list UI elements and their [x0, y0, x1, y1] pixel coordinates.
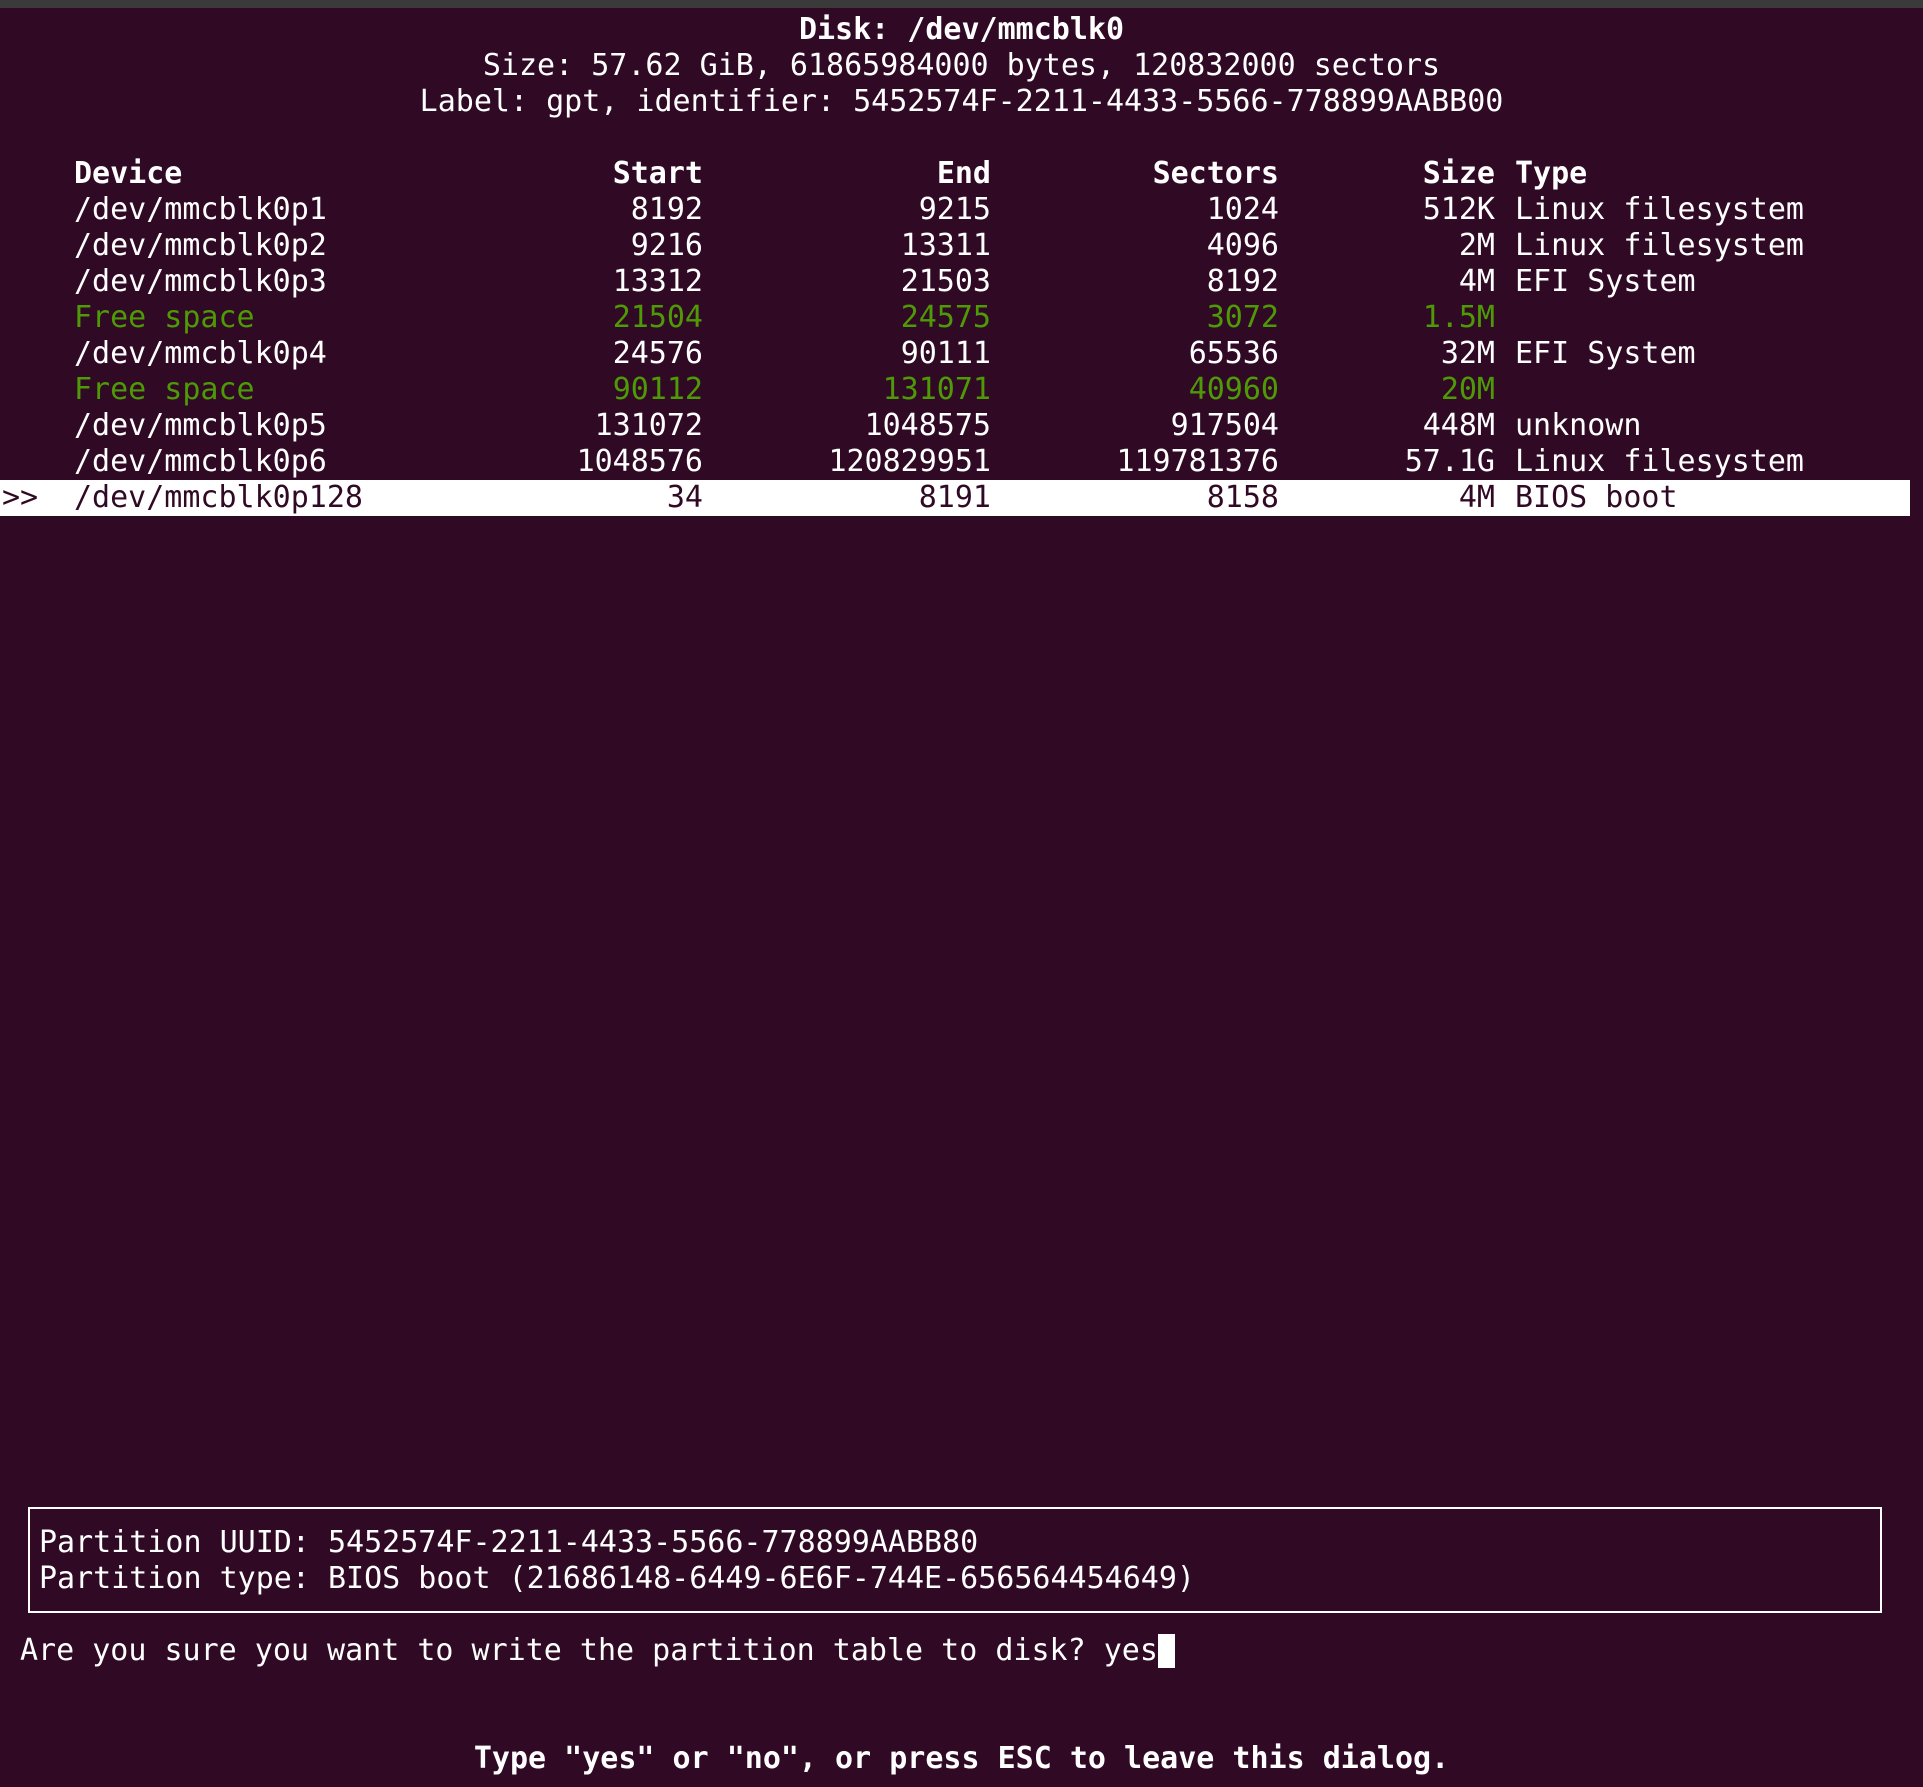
column-header-type: Type	[1515, 156, 1588, 191]
cell-end: 24575	[900, 300, 991, 335]
cell-size: 448M	[1422, 408, 1495, 443]
cell-size: 4M	[1458, 264, 1495, 299]
cell-type: EFI System	[1515, 264, 1696, 299]
cell-type: Linux filesystem	[1515, 444, 1804, 479]
column-header-sectors: Sectors	[1152, 156, 1279, 191]
cell-start: 1048576	[576, 444, 703, 479]
cell-sectors: 8192	[1206, 264, 1279, 299]
prompt-input[interactable]: yes	[1104, 1633, 1158, 1668]
cell-size: 20M	[1440, 372, 1495, 407]
cell-sectors: 1024	[1206, 192, 1279, 227]
cell-start: 13312	[612, 264, 703, 299]
cell-sectors: 40960	[1188, 372, 1279, 407]
partition-row[interactable]: /dev/mmcblk0p4 24576 90111 65536 32M EFI Syst…	[0, 336, 1910, 372]
cell-start: 34	[666, 480, 703, 515]
cell-type: Linux filesystem	[1515, 228, 1804, 263]
cell-end: 90111	[900, 336, 991, 371]
cell-device: Free space	[74, 372, 255, 407]
partition-row[interactable]: /dev/mmcblk0p2 9216 13311 4096 2M Linux files…	[0, 228, 1910, 264]
cell-device: /dev/mmcblk0p5	[74, 408, 327, 443]
partition-row[interactable]: >> /dev/mmcblk0p128 34 8191 8158 4M BIOS boot	[0, 480, 1910, 516]
write-confirm-prompt[interactable]: Are you sure you want to write the parti…	[20, 1633, 1175, 1669]
cell-type: unknown	[1515, 408, 1642, 443]
cell-end: 131071	[882, 372, 991, 407]
partition-row[interactable]: /dev/mmcblk0p1 8192 9215 1024 512K Linux file…	[0, 192, 1910, 228]
cell-device: Free space	[74, 300, 255, 335]
column-header-device: Device	[74, 156, 183, 191]
cell-device: /dev/mmcblk0p128	[74, 480, 363, 515]
column-header-size: Size	[1422, 156, 1495, 191]
cell-sectors: 4096	[1206, 228, 1279, 263]
cell-type: EFI System	[1515, 336, 1696, 371]
terminal-top-border	[0, 0, 1923, 8]
cell-end: 9215	[918, 192, 991, 227]
cell-size: 2M	[1458, 228, 1495, 263]
cell-start: 90112	[612, 372, 703, 407]
cell-size: 512K	[1422, 192, 1495, 227]
partition-row[interactable]: /dev/mmcblk0p6 1048576 120829951 119781376 5…	[0, 444, 1910, 480]
partition-uuid: Partition UUID: 5452574F-2211-4433-5566-…	[39, 1525, 979, 1560]
cell-device: /dev/mmcblk0p4	[74, 336, 327, 371]
cell-type: BIOS boot	[1515, 480, 1678, 515]
cell-start: 9216	[630, 228, 703, 263]
partition-row[interactable]: /dev/mmcblk0p5 131072 1048575 917504 448M unk…	[0, 408, 1910, 444]
partition-row[interactable]: /dev/mmcblk0p3 13312 21503 8192 4M EFI System	[0, 264, 1910, 300]
cell-sectors: 8158	[1206, 480, 1279, 515]
disk-label-info: Label: gpt, identifier: 5452574F-2211-44…	[419, 84, 1504, 119]
cell-marker: >>	[2, 480, 39, 515]
cell-size: 4M	[1458, 480, 1495, 515]
column-header-start: Start	[612, 156, 703, 191]
cell-size: 57.1G	[1404, 444, 1495, 479]
cell-end: 8191	[918, 480, 991, 515]
disk-title: Disk: /dev/mmcblk0	[798, 12, 1125, 47]
cell-device: /dev/mmcblk0p2	[74, 228, 327, 263]
cell-end: 120829951	[828, 444, 991, 479]
free-space-row[interactable]: Free space 21504 24575 3072 1.5M	[0, 300, 1910, 336]
cell-type: Linux filesystem	[1515, 192, 1804, 227]
cell-sectors: 65536	[1188, 336, 1279, 371]
cell-sectors: 3072	[1206, 300, 1279, 335]
dialog-hint: Type "yes" or "no", or press ESC to leav…	[473, 1741, 1450, 1776]
cell-sectors: 119781376	[1116, 444, 1279, 479]
cell-device: /dev/mmcblk0p6	[74, 444, 327, 479]
prompt-question: Are you sure you want to write the parti…	[20, 1633, 1104, 1668]
cell-end: 1048575	[864, 408, 991, 443]
cell-end: 21503	[900, 264, 991, 299]
disk-size-info: Size: 57.62 GiB, 61865984000 bytes, 1208…	[482, 48, 1441, 83]
partition-type: Partition type: BIOS boot (21686148-6449…	[39, 1561, 1195, 1596]
column-header-end: End	[936, 156, 991, 191]
cell-end: 13311	[900, 228, 991, 263]
free-space-row[interactable]: Free space 90112 131071 40960 20M	[0, 372, 1910, 408]
cell-size: 32M	[1440, 336, 1495, 371]
cell-start: 8192	[630, 192, 703, 227]
cell-device: /dev/mmcblk0p1	[74, 192, 327, 227]
table-header: Device Start End Sectors Size Type	[0, 156, 1910, 192]
partition-info-box: Partition UUID: 5452574F-2211-4433-5566-…	[28, 1507, 1882, 1613]
cell-start: 131072	[594, 408, 703, 443]
text-cursor	[1157, 1634, 1175, 1668]
cell-start: 21504	[612, 300, 703, 335]
cell-sectors: 917504	[1170, 408, 1279, 443]
cell-start: 24576	[612, 336, 703, 371]
cell-size: 1.5M	[1422, 300, 1495, 335]
cell-device: /dev/mmcblk0p3	[74, 264, 327, 299]
